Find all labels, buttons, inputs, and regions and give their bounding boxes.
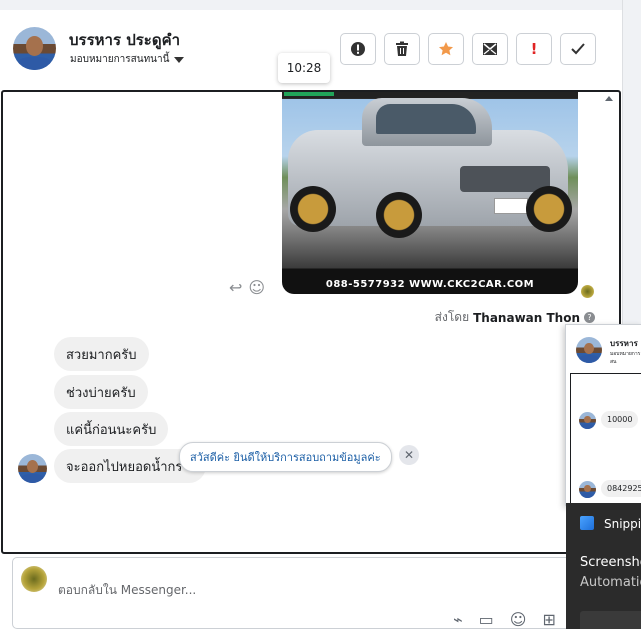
mini-chat-window[interactable]: บรรหาร มอบหมายการสน 10000 08429251: [565, 324, 641, 506]
message-bubble[interactable]: สวยมากครับ: [54, 337, 149, 371]
emoji-reaction-icon[interactable]: ☺: [248, 278, 265, 297]
trash-icon: [396, 41, 408, 56]
notification-title: Snippi: [604, 517, 641, 531]
snipping-notification[interactable]: Snippi Screensho Automatio: [566, 503, 641, 629]
star-icon: [439, 42, 453, 56]
exclamation-icon: !: [530, 40, 538, 58]
snipping-tool-icon: [580, 516, 594, 530]
saved-reply-icon[interactable]: ▭: [479, 610, 494, 629]
sent-by-prefix: ส่งโดย: [434, 310, 470, 324]
sender-avatar[interactable]: [18, 454, 47, 483]
notification-button[interactable]: [580, 611, 641, 629]
sent-by-name: Thanawan Thon: [473, 310, 580, 325]
suggested-reply-chip[interactable]: สวัสดีค่ะ ยินดีให้บริการสอบถามข้อมูลค่ะ: [179, 442, 392, 472]
notification-line1: Screensho: [580, 555, 641, 570]
attachment-icon[interactable]: ⌁: [453, 610, 463, 629]
contact-avatar[interactable]: [13, 27, 56, 70]
seen-avatar: [581, 285, 594, 298]
car-image-attachment[interactable]: 088-5577932 WWW.CKC2CAR.COM: [282, 92, 578, 294]
mini-assign-label: มอบหมายการสน: [610, 351, 641, 365]
mini-sender-avatar: [579, 481, 596, 498]
conversation-panel: บรรหาร ประดูคำ มอบหมายการสนทนานี้ ! 088-…: [0, 10, 622, 629]
mini-message-thread: 10000 08429251: [570, 373, 641, 505]
reply-input[interactable]: ตอบกลับใน Messenger...: [58, 581, 196, 600]
check-icon: [571, 43, 585, 55]
shop-icon[interactable]: ⊞: [542, 610, 555, 629]
assign-label: มอบหมายการสนทนานี้: [70, 54, 170, 65]
assign-conversation-dropdown[interactable]: มอบหมายการสนทนานี้: [70, 52, 185, 67]
mini-sender-avatar: [579, 412, 596, 429]
mini-contact-name: บรรหาร: [610, 339, 638, 348]
mini-message-bubble: 08429251: [601, 480, 641, 497]
mini-avatar: [576, 337, 602, 363]
mark-unread-button[interactable]: [472, 33, 508, 65]
notification-line2: Automatio: [580, 575, 641, 590]
contact-name[interactable]: บรรหาร ประดูคำ: [69, 28, 180, 52]
star-button[interactable]: [428, 33, 464, 65]
alert-circle-icon: [351, 42, 365, 56]
timestamp-tooltip: 10:28: [278, 53, 330, 83]
message-thread[interactable]: 088-5577932 WWW.CKC2CAR.COM ↩ ☺ ส่งโดย T…: [1, 90, 621, 554]
close-suggestion-icon[interactable]: ✕: [399, 445, 419, 465]
caret-down-icon: [174, 56, 185, 63]
help-icon[interactable]: ?: [584, 312, 595, 323]
image-caption: 088-5577932 WWW.CKC2CAR.COM: [325, 279, 535, 290]
alert-button[interactable]: [340, 33, 376, 65]
message-bubble[interactable]: ช่วงบ่ายครับ: [54, 375, 148, 409]
scroll-up-arrow-icon[interactable]: [605, 96, 613, 101]
message-tools: ↩ ☺: [229, 278, 265, 297]
delete-button[interactable]: [384, 33, 420, 65]
message-bubble[interactable]: แค่นี้ก่อนนะครับ: [54, 412, 169, 446]
reply-composer[interactable]: ตอบกลับใน Messenger... ⌁ ▭ ☺ ⊞: [12, 557, 620, 629]
mark-unread-icon: [483, 43, 497, 55]
emoji-icon[interactable]: ☺: [510, 610, 527, 629]
done-button[interactable]: [560, 33, 596, 65]
page-logo: [21, 566, 47, 592]
mini-message-bubble: 10000: [601, 411, 639, 428]
spam-button[interactable]: !: [516, 33, 552, 65]
header-actions: !: [340, 33, 596, 65]
composer-tools: ⌁ ▭ ☺ ⊞: [453, 610, 556, 629]
reply-icon[interactable]: ↩: [229, 278, 242, 297]
